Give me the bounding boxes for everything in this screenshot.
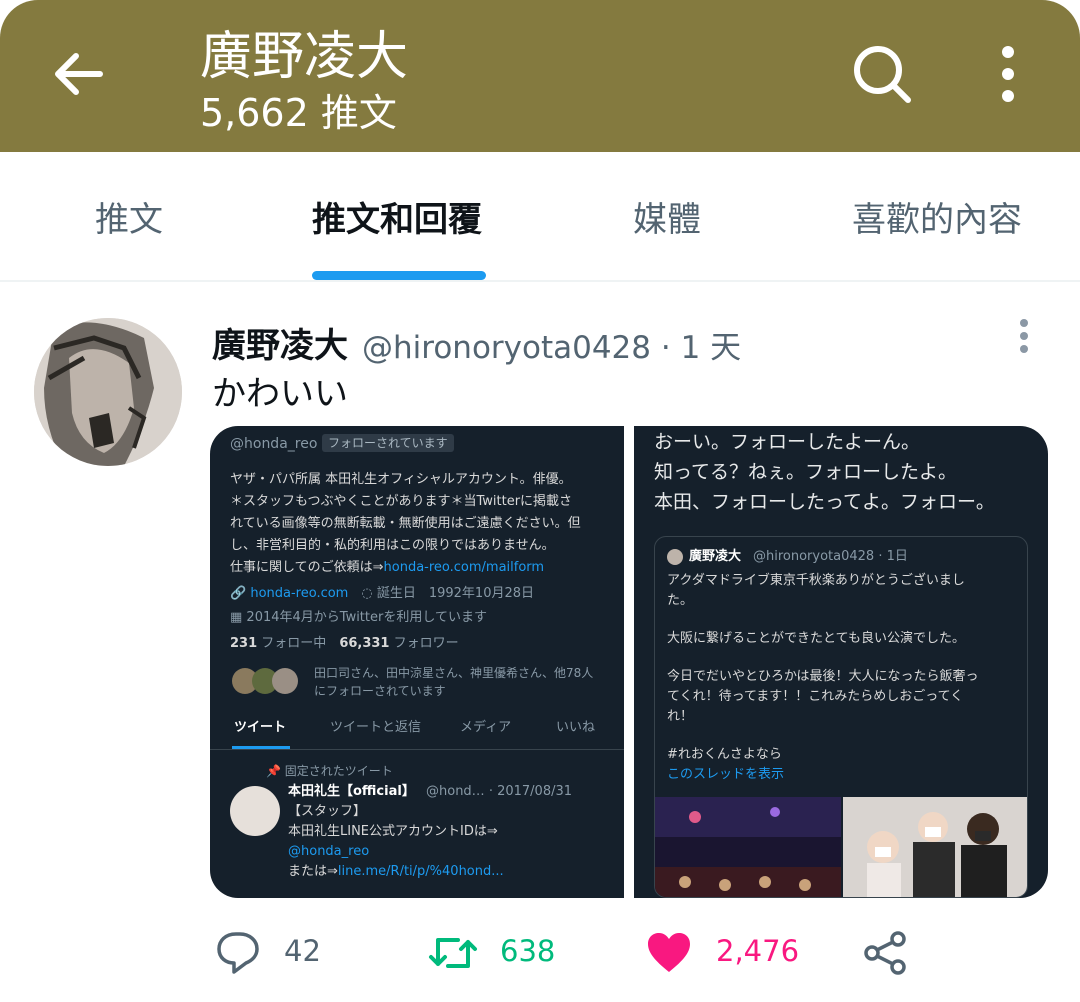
shot-r-q1: アクダマドライブ東京千秋楽ありがとうございまし	[667, 573, 965, 588]
shot-bio-3: れている画像等の無断転載・無断使用はご遠慮ください。但	[230, 516, 581, 531]
shot-followers-avatars	[232, 668, 300, 696]
tab-media[interactable]: 媒體	[633, 192, 701, 241]
shot-r-q6: れ！	[667, 709, 694, 724]
like-heart-icon[interactable]	[646, 930, 692, 976]
profile-tabs: 推文 推文和回覆 媒體 喜歡的內容	[0, 152, 1080, 282]
retweet-icon[interactable]	[428, 930, 478, 976]
profile-header: 廣野凌大 5,662 推文	[0, 0, 1080, 152]
tab-tweets-and-replies[interactable]: 推文和回覆	[312, 192, 482, 241]
shot-pinned: 📌 固定されたツイート	[266, 764, 393, 778]
shot-r-quote-meta: @hironoryota0428 · 1日	[753, 549, 908, 564]
shot-r-quote-card: 廣野凌大 @hironoryota0428 · 1日 アクダマドライブ東京千秋楽…	[654, 536, 1028, 898]
shot-r-q4: 今日でだいやとひろかは最後！大人になったら飯奢っ	[667, 669, 979, 684]
shot-follow-badge: フォローされています	[322, 434, 454, 452]
avatar-photo	[34, 318, 182, 466]
tweet-count: 5,662 推文	[200, 91, 397, 135]
tweet-image-profile-screenshot[interactable]: @honda_reo フォローされています ヤザ・パパ所属 本田礼生オフィシャル…	[210, 426, 624, 898]
tweet-author-name[interactable]: 廣野凌大	[212, 318, 348, 367]
shot-pinned-avatar	[230, 786, 280, 836]
shot-followed-by-1: 田口司さん、田中涼星さん、神里優希さん、他78人	[314, 666, 594, 680]
shot-r-q2: た。	[667, 593, 694, 608]
reply-icon[interactable]	[216, 930, 260, 976]
shot-tab-likes: いいね	[556, 720, 596, 735]
shot-r-q8: このスレッドを表示	[667, 767, 785, 782]
tab-likes[interactable]: 喜歡的內容	[852, 192, 1022, 241]
shot-pinned-l1: 【スタッフ】	[288, 804, 367, 819]
shot-r-stage-photo	[655, 797, 841, 897]
shot-pinned-l4: または⇒line.me/R/ti/p/%40hond...	[288, 864, 504, 879]
shot-bio-5: 仕事に関してのご依頼は⇒honda-reo.com/mailform	[230, 560, 545, 575]
profile-title: 廣野凌大	[200, 27, 409, 87]
shot-tab-replies: ツイートと返信	[330, 720, 422, 735]
shot-meta-row: 🔗 honda-reo.com ◌ 誕生日 1992年10月28日	[230, 586, 535, 601]
tweet-image-reply-screenshot[interactable]: おーい。フォローしたよーん。 知ってる？ねぇ。フォローしたよ。 本田、フォローし…	[634, 426, 1048, 898]
tweet-text: かわいい	[212, 374, 348, 414]
like-count: 2,476	[716, 934, 800, 968]
shot-pinned-name: 本田礼生【official】	[288, 784, 415, 799]
search-icon[interactable]	[850, 42, 914, 106]
shot-r-line3: 本田、フォローしたってよ。フォロー。	[654, 491, 995, 513]
back-arrow-icon[interactable]	[48, 44, 108, 104]
active-tab-indicator	[312, 271, 486, 280]
retweet-count: 638	[500, 934, 556, 968]
shot-r-quote-avatar	[667, 549, 683, 565]
shot-r-line2: 知ってる？ねぇ。フォローしたよ。	[654, 461, 958, 483]
shot-joined: ▦ 2014年4月からTwitterを利用しています	[230, 610, 487, 625]
shot-bio-2: ＊スタッフもつぶやくことがあります＊当Twitterに掲載さ	[230, 494, 573, 509]
shot-r-group-photo	[843, 797, 1027, 897]
shot-bio-4: し、非営利目的・私的利用はこの限りではありません。	[230, 538, 555, 553]
shot-pinned-l3: @honda_reo	[288, 844, 370, 859]
tweet-author-handle: @hironoryota0428 · 1 天	[362, 330, 742, 366]
shot-r-line1: おーい。フォローしたよーん。	[654, 431, 921, 453]
tweet-more-icon[interactable]	[1010, 318, 1038, 354]
shot-bio-1: ヤザ・パパ所属 本田礼生オフィシャルアカウント。俳優。	[230, 472, 572, 487]
shot-tab-tweets: ツイート	[234, 720, 287, 735]
share-icon[interactable]	[862, 930, 908, 976]
shot-tab-media: メディア	[460, 720, 512, 735]
shot-r-q5: てくれ！待ってます！！これみたらめしおごってく	[667, 689, 964, 704]
reply-count: 42	[284, 934, 321, 968]
shot-followed-by-2: にフォローされています	[314, 684, 446, 698]
shot-pinned-l2: 本田礼生LINE公式アカウントIDは⇒	[288, 824, 498, 839]
shot-handle: @honda_reo	[230, 436, 318, 452]
avatar[interactable]	[34, 318, 182, 466]
shot-r-q7: #れおくんさよなら	[667, 747, 782, 762]
tab-tweets[interactable]: 推文	[95, 192, 163, 241]
shot-pinned-meta: @hond… · 2017/08/31	[426, 784, 573, 799]
more-options-icon[interactable]	[990, 44, 1026, 104]
shot-follow-counts: 231 フォロー中 66,331 フォロワー	[230, 636, 459, 651]
shot-divider	[210, 749, 624, 750]
shot-r-q3: 大阪に繋げることができたとても良い公演でした。	[667, 631, 965, 646]
shot-r-quote-name: 廣野凌大	[689, 549, 742, 564]
